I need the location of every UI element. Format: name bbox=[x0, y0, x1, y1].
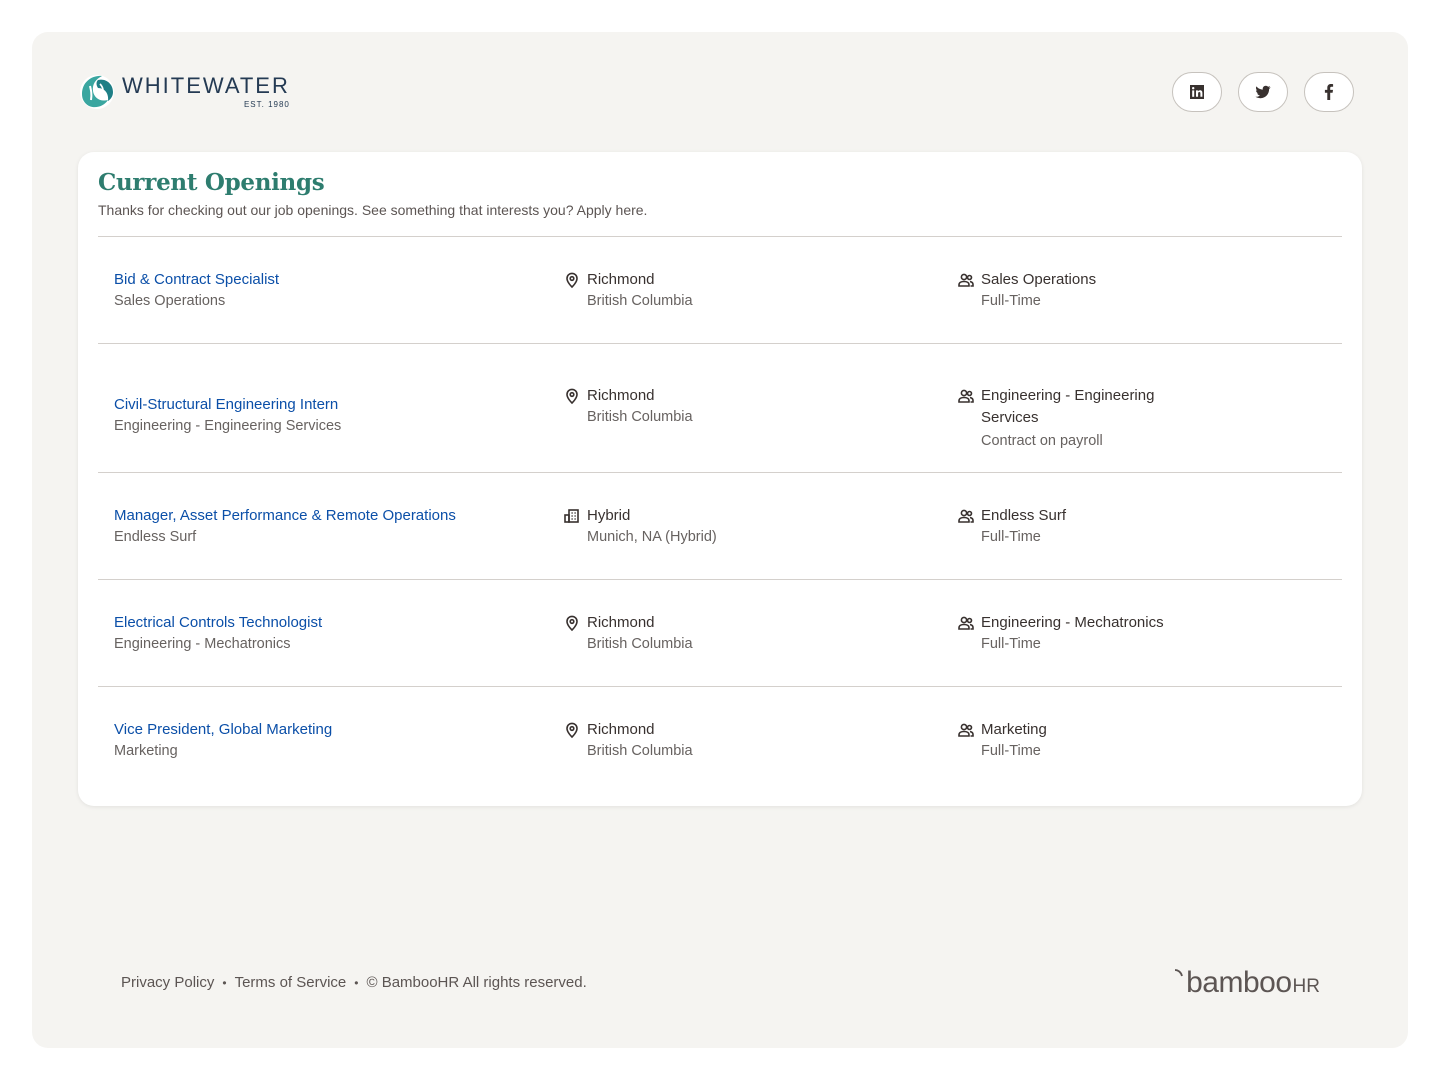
job-type: Full-Time bbox=[981, 293, 1041, 309]
job-location: Hybrid bbox=[587, 507, 631, 524]
separator: • bbox=[222, 975, 227, 990]
job-region: Munich, NA (Hybrid) bbox=[587, 529, 717, 545]
job-row: Civil-Structural Engineering Intern Engi… bbox=[98, 344, 1342, 473]
wave-logo-icon bbox=[80, 75, 114, 109]
job-team: Engineering - Mechatronics bbox=[981, 614, 1164, 631]
people-icon bbox=[957, 387, 975, 405]
linkedin-button[interactable] bbox=[1172, 72, 1222, 112]
linkedin-icon bbox=[1190, 85, 1204, 99]
job-location: Richmond bbox=[587, 614, 655, 631]
job-team: Endless Surf bbox=[981, 507, 1067, 524]
job-title-link[interactable]: Manager, Asset Performance & Remote Oper… bbox=[114, 507, 563, 525]
job-type: Contract on payroll bbox=[981, 433, 1103, 449]
social-links bbox=[1172, 72, 1354, 112]
separator: • bbox=[354, 975, 359, 990]
page-subtitle: Thanks for checking out our job openings… bbox=[98, 202, 648, 218]
job-region: British Columbia bbox=[587, 636, 693, 652]
openings-card: Current Openings Thanks for checking out… bbox=[78, 152, 1362, 806]
terms-of-service-link[interactable]: Terms of Service bbox=[235, 974, 347, 991]
people-icon bbox=[957, 614, 975, 632]
job-row: Bid & Contract Specialist Sales Operatio… bbox=[98, 237, 1342, 344]
brand-est: EST. 1980 bbox=[243, 100, 290, 109]
job-department: Marketing bbox=[114, 743, 178, 759]
twitter-button[interactable] bbox=[1238, 72, 1288, 112]
job-department: Sales Operations bbox=[114, 293, 226, 309]
job-department: Engineering - Engineering Services bbox=[114, 418, 342, 434]
job-type: Full-Time bbox=[981, 529, 1041, 545]
bamboohr-logo[interactable]: bamboo HR bbox=[1174, 968, 1320, 998]
job-type: Full-Time bbox=[981, 636, 1041, 652]
people-icon bbox=[957, 271, 975, 289]
job-team: Marketing bbox=[981, 721, 1047, 738]
brand-name: WHITEWATER bbox=[122, 73, 290, 98]
map-pin-icon bbox=[563, 387, 581, 405]
job-location: Richmond bbox=[587, 721, 655, 738]
facebook-button[interactable] bbox=[1304, 72, 1354, 112]
job-department: Engineering - Mechatronics bbox=[114, 636, 291, 652]
job-list: Bid & Contract Specialist Sales Operatio… bbox=[98, 237, 1342, 794]
privacy-policy-link[interactable]: Privacy Policy bbox=[121, 974, 214, 991]
job-title-link[interactable]: Vice President, Global Marketing bbox=[114, 721, 563, 739]
job-row: Vice President, Global Marketing Marketi… bbox=[98, 687, 1342, 794]
page-frame: WHITEWATER EST. 1980 Current Openings Th… bbox=[32, 32, 1408, 1048]
job-department: Endless Surf bbox=[114, 529, 197, 545]
job-row: Manager, Asset Performance & Remote Oper… bbox=[98, 473, 1342, 580]
job-region: British Columbia bbox=[587, 293, 693, 309]
job-type: Full-Time bbox=[981, 743, 1041, 759]
job-region: British Columbia bbox=[587, 409, 693, 425]
job-title-link[interactable]: Bid & Contract Specialist bbox=[114, 271, 563, 289]
building-icon bbox=[563, 507, 581, 525]
map-pin-icon bbox=[563, 271, 581, 289]
copyright-text: © BambooHR All rights reserved. bbox=[366, 974, 587, 991]
job-title-link[interactable]: Electrical Controls Technologist bbox=[114, 614, 563, 632]
job-title-link[interactable]: Civil-Structural Engineering Intern bbox=[114, 396, 563, 414]
whitewater-logo[interactable]: WHITEWATER EST. 1980 bbox=[78, 72, 290, 112]
map-pin-icon bbox=[563, 614, 581, 632]
bamboo-wordmark: bamboo bbox=[1186, 966, 1292, 999]
job-team: Engineering - Engineering Services bbox=[981, 387, 1155, 426]
people-icon bbox=[957, 507, 975, 525]
twitter-icon bbox=[1255, 85, 1271, 99]
job-region: British Columbia bbox=[587, 743, 693, 759]
job-location: Richmond bbox=[587, 387, 655, 404]
people-icon bbox=[957, 721, 975, 739]
footer-links: Privacy Policy • Terms of Service • © Ba… bbox=[121, 974, 587, 991]
job-team: Sales Operations bbox=[981, 271, 1097, 288]
page-title: Current Openings bbox=[98, 169, 325, 196]
job-row: Electrical Controls Technologist Enginee… bbox=[98, 580, 1342, 687]
map-pin-icon bbox=[563, 721, 581, 739]
facebook-icon bbox=[1324, 84, 1334, 100]
hr-wordmark: HR bbox=[1292, 976, 1320, 997]
job-location: Richmond bbox=[587, 271, 655, 288]
